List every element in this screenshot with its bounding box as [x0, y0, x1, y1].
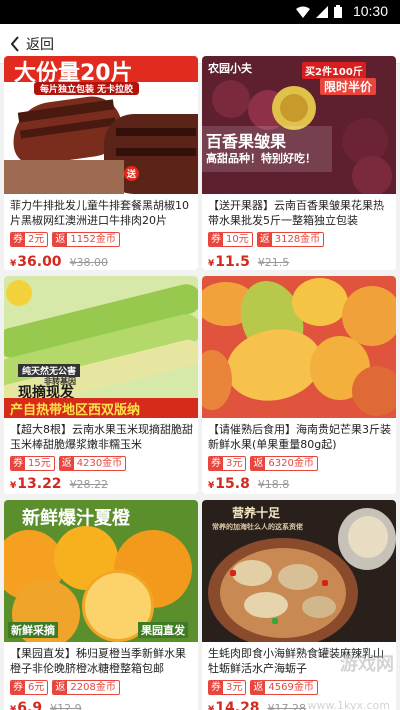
product-badges: 券 10元 返 3128金币	[208, 232, 325, 247]
rebate-badge: 返 2208金币	[52, 680, 120, 695]
image-headline: 百香果皱果	[206, 132, 287, 151]
current-price: ¥13.22	[10, 476, 62, 492]
current-price: ¥36.00	[10, 254, 62, 270]
product-image: 新鲜爆汁夏橙 新鲜采摘 果园直发	[4, 500, 198, 642]
rebate-badge: 返 6320金币	[250, 456, 318, 471]
back-label: 返回	[26, 37, 54, 53]
chevron-left-icon	[10, 36, 19, 52]
image-promo: 买2件100斤	[302, 62, 366, 79]
price-row: ¥14.28 ¥17.28	[208, 700, 306, 710]
rebate-badge: 返 3128金币	[256, 232, 325, 247]
image-label-2: 果园直发	[138, 622, 188, 638]
product-card[interactable]: 【请催熟后食用】海南贵妃芒果3斤装新鲜水果(单果重量80g起) 券 3元 返 632…	[202, 276, 396, 494]
price-row: ¥15.8 ¥18.8	[208, 476, 289, 492]
current-price: ¥11.5	[208, 254, 250, 270]
image-headline: 新鲜爆汁夏橙	[22, 508, 130, 529]
product-title: 【超大8根】云南水果玉米现摘甜脆甜玉米棒甜脆爆浆嫩非糯玉米	[10, 423, 193, 451]
original-price: ¥12.9	[50, 702, 82, 710]
wifi-icon	[296, 6, 310, 18]
coupon-badge: 券 3元	[208, 456, 247, 471]
coupon-badge: 券 10元	[208, 232, 253, 247]
original-price: ¥21.5	[257, 256, 290, 269]
image-brand: 农园小夫	[208, 62, 252, 75]
rebate-badge: 返 1152金币	[52, 232, 120, 247]
status-bar: 10:30	[0, 0, 400, 24]
current-price: ¥15.8	[208, 476, 250, 492]
original-price: ¥38.00	[69, 256, 109, 269]
image-gift-tag: 送	[124, 166, 140, 181]
product-badges: 券 6元 返 2208金币	[10, 680, 120, 695]
coupon-badge: 券 6元	[10, 680, 49, 695]
signal-icon	[316, 5, 328, 18]
back-button[interactable]: 返回	[10, 34, 54, 54]
price-row: ¥6.9 ¥12.9	[10, 700, 82, 710]
battery-icon	[334, 5, 342, 18]
original-price: ¥18.8	[257, 478, 290, 491]
product-card[interactable]: 新鲜爆汁夏橙 新鲜采摘 果园直发 【果园直发】秭归夏橙当季新鲜水果橙子非伦晚脐橙…	[4, 500, 198, 710]
product-card[interactable]: 纯天然无公害 非转基因 现摘现发 产自热带地区西双版纳 【超大8根】云南水果玉米…	[4, 276, 198, 494]
product-image: 农园小夫 买2件100斤 限时半价 百香果皱果 高甜品种！特别好吃！	[202, 56, 396, 194]
product-title: 【果园直发】秭归夏橙当季新鲜水果橙子非伦晚脐橙冰糖橙整箱包邮	[10, 647, 186, 675]
product-badges: 券 2元 返 1152金币	[10, 232, 120, 247]
status-time: 10:30	[352, 3, 388, 19]
current-price: ¥14.28	[208, 700, 260, 710]
product-image: 营养十足 常养的加海牡么人的这系资佬	[202, 500, 396, 642]
watermark-brand: 游戏网	[340, 654, 394, 675]
product-card[interactable]: 营养十足 常养的加海牡么人的这系资佬 生蚝肉即食小海鲜熟食罐装麻辣乳山牡蛎鲜活水…	[202, 500, 396, 710]
product-title: 【送开果器】云南百香果皱果花果热带水果批发5斤一整箱独立包装	[208, 199, 384, 227]
product-card[interactable]: 农园小夫 买2件100斤 限时半价 百香果皱果 高甜品种！特别好吃！ 【送开果器…	[202, 56, 396, 270]
coupon-badge: 券 15元	[10, 456, 55, 471]
image-promo-sub: 限时半价	[320, 78, 377, 95]
product-image	[202, 276, 396, 418]
watermark-url: www.1kyx.com	[307, 699, 390, 710]
original-price: ¥28.22	[69, 478, 109, 491]
product-title: 菲力牛排批发儿童牛排套餐黑胡椒10片黑椒网红澳洲进口牛排肉20片	[10, 199, 189, 227]
image-subline: 产自热带地区西双版纳	[10, 403, 141, 418]
product-card[interactable]: 大份量20片 每片独立包装 无卡拉胶 送 菲力牛排批发儿童牛排套餐黑胡椒10片黑…	[4, 56, 198, 270]
product-image: 大份量20片 每片独立包装 无卡拉胶 送	[4, 56, 198, 194]
price-row: ¥36.00 ¥38.00	[10, 254, 108, 270]
rebate-badge: 返 4569金币	[250, 680, 318, 695]
price-row: ¥11.5 ¥21.5	[208, 254, 289, 270]
image-headline: 营养十足	[232, 506, 281, 520]
status-icons	[296, 5, 342, 18]
image-label: 新鲜采摘	[8, 622, 58, 638]
current-price: ¥6.9	[10, 700, 43, 710]
product-title: 【请催熟后食用】海南贵妃芒果3斤装新鲜水果(单果重量80g起)	[208, 423, 391, 451]
original-price: ¥17.28	[267, 702, 307, 710]
coupon-badge: 券 3元	[208, 680, 247, 695]
product-badges: 券 3元 返 6320金币	[208, 456, 318, 471]
image-subline: 常养的加海牡么人的这系资佬	[212, 523, 303, 531]
coupon-badge: 券 2元	[10, 232, 49, 247]
image-subline: 高甜品种！特别好吃！	[206, 152, 316, 165]
product-badges: 券 3元 返 4569金币	[208, 680, 318, 695]
product-image: 纯天然无公害 非转基因 现摘现发 产自热带地区西双版纳	[4, 276, 198, 418]
price-row: ¥13.22 ¥28.22	[10, 476, 108, 492]
rebate-badge: 返 4230金币	[58, 456, 127, 471]
image-subline: 每片独立包装 无卡拉胶	[34, 82, 140, 95]
product-badges: 券 15元 返 4230金币	[10, 456, 127, 471]
